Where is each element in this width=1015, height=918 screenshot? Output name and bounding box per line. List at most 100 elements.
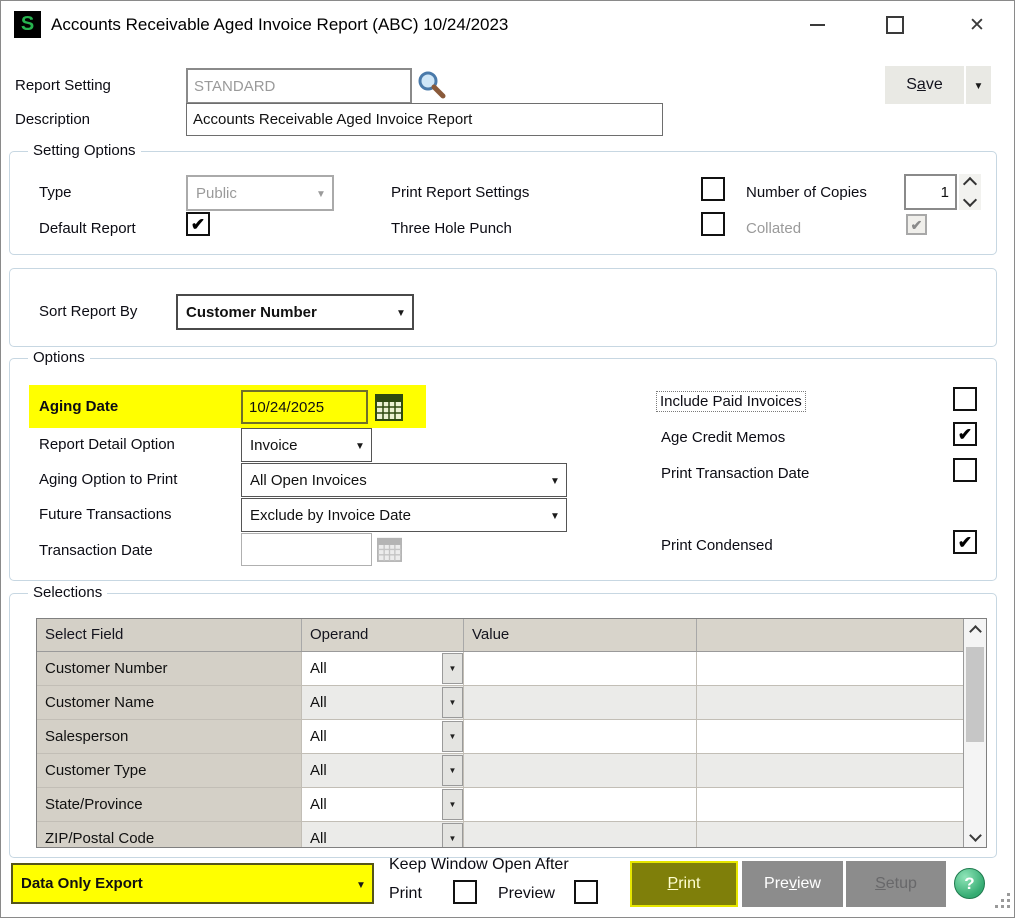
spinner-down-icon[interactable] xyxy=(963,193,977,207)
keep-preview-label: Preview xyxy=(498,885,555,903)
operand-cell[interactable]: All xyxy=(302,652,464,685)
sort-report-by-select[interactable]: Customer Number xyxy=(176,294,414,330)
blank-cell xyxy=(697,754,964,787)
report-detail-option-label: Report Detail Option xyxy=(39,436,175,453)
chevron-down-icon xyxy=(544,471,566,489)
chevron-down-icon xyxy=(969,829,982,842)
minimize-button[interactable] xyxy=(794,1,840,49)
print-condensed-checkbox[interactable] xyxy=(953,530,977,554)
operand-dropdown-button[interactable] xyxy=(442,755,463,786)
type-select: Public xyxy=(186,175,334,211)
value-cell[interactable] xyxy=(464,822,697,847)
print-transaction-date-checkbox[interactable] xyxy=(953,458,977,482)
table-row: State/ProvinceAll xyxy=(37,788,964,822)
age-credit-memos-checkbox[interactable] xyxy=(953,422,977,446)
blank-cell xyxy=(697,788,964,821)
selections-legend: Selections xyxy=(28,584,107,601)
table-row: Customer NameAll xyxy=(37,686,964,720)
operand-cell[interactable]: All xyxy=(302,754,464,787)
spinner-up-icon[interactable] xyxy=(963,177,977,191)
keep-preview-checkbox[interactable] xyxy=(574,880,598,904)
value-cell[interactable] xyxy=(464,652,697,685)
save-dropdown-button[interactable] xyxy=(966,66,991,104)
save-button[interactable]: Save xyxy=(885,66,964,104)
value-cell[interactable] xyxy=(464,754,697,787)
value-cell[interactable] xyxy=(464,720,697,753)
operand-cell[interactable]: All xyxy=(302,720,464,753)
close-icon: ✕ xyxy=(969,16,985,35)
aging-date-label: Aging Date xyxy=(39,398,118,415)
collated-label: Collated xyxy=(746,220,801,237)
age-credit-memos-label: Age Credit Memos xyxy=(661,429,785,446)
chevron-down-icon xyxy=(310,184,332,202)
operand-dropdown-button[interactable] xyxy=(442,789,463,820)
setup-button: Setup xyxy=(846,861,946,907)
type-label: Type xyxy=(39,184,72,201)
operand-cell[interactable]: All xyxy=(302,686,464,719)
copies-spinner[interactable] xyxy=(959,174,981,210)
aging-option-select[interactable]: All Open Invoices xyxy=(241,463,567,497)
number-of-copies-label: Number of Copies xyxy=(746,184,867,201)
selections-table-body: Customer NumberAllCustomer NameAllSalesp… xyxy=(37,652,964,847)
sort-group xyxy=(9,268,997,347)
column-header-value: Value xyxy=(464,619,697,651)
operand-dropdown-button[interactable] xyxy=(442,687,463,718)
sage-app-icon: S xyxy=(14,11,41,38)
select-field-cell: Customer Type xyxy=(37,754,302,787)
report-dialog-window: S Accounts Receivable Aged Invoice Repor… xyxy=(0,0,1015,918)
transaction-date-label: Transaction Date xyxy=(39,542,153,559)
scroll-down-button[interactable] xyxy=(964,823,986,847)
lookup-search-icon[interactable] xyxy=(417,70,447,100)
table-row: SalespersonAll xyxy=(37,720,964,754)
export-format-select[interactable]: Data Only Export xyxy=(11,863,374,904)
options-legend: Options xyxy=(28,349,90,366)
chevron-down-icon xyxy=(544,506,566,524)
close-button[interactable]: ✕ xyxy=(954,1,1000,49)
operand-dropdown-button[interactable] xyxy=(442,721,463,752)
chevron-down-icon xyxy=(349,436,371,454)
print-report-settings-label: Print Report Settings xyxy=(391,184,529,201)
operand-cell[interactable]: All xyxy=(302,822,464,847)
report-detail-option-value: Invoice xyxy=(242,437,349,454)
collated-checkbox xyxy=(906,214,927,235)
value-cell[interactable] xyxy=(464,788,697,821)
resize-grip[interactable] xyxy=(995,893,1011,909)
vertical-scrollbar[interactable] xyxy=(963,619,986,847)
operand-cell[interactable]: All xyxy=(302,788,464,821)
preview-button[interactable]: Preview xyxy=(742,861,843,907)
type-value: Public xyxy=(188,185,310,202)
report-setting-input[interactable] xyxy=(186,68,412,104)
report-detail-option-select[interactable]: Invoice xyxy=(241,428,372,462)
chevron-up-icon xyxy=(969,625,982,638)
print-report-settings-checkbox[interactable] xyxy=(701,177,725,201)
help-icon[interactable]: ? xyxy=(954,868,985,899)
maximize-icon xyxy=(886,16,904,34)
include-paid-invoices-checkbox[interactable] xyxy=(953,387,977,411)
scrollbar-thumb[interactable] xyxy=(966,647,984,742)
three-hole-punch-checkbox[interactable] xyxy=(701,212,725,236)
transaction-date-input[interactable] xyxy=(241,533,372,566)
maximize-button[interactable] xyxy=(872,1,918,49)
select-field-cell: Customer Name xyxy=(37,686,302,719)
calendar-icon[interactable] xyxy=(375,392,403,421)
future-transactions-value: Exclude by Invoice Date xyxy=(242,507,544,524)
description-input[interactable] xyxy=(186,103,663,136)
value-cell[interactable] xyxy=(464,686,697,719)
scroll-up-button[interactable] xyxy=(964,619,986,643)
select-field-cell: Customer Number xyxy=(37,652,302,685)
calendar-disabled-icon xyxy=(377,536,402,562)
column-header-operand: Operand xyxy=(302,619,464,651)
future-transactions-select[interactable]: Exclude by Invoice Date xyxy=(241,498,567,532)
title-bar: S Accounts Receivable Aged Invoice Repor… xyxy=(1,1,1014,49)
aging-date-input[interactable] xyxy=(241,390,368,424)
sort-report-by-value: Customer Number xyxy=(178,304,390,321)
column-header-blank xyxy=(697,619,964,651)
keep-print-checkbox[interactable] xyxy=(453,880,477,904)
operand-dropdown-button[interactable] xyxy=(442,653,463,684)
operand-dropdown-button[interactable] xyxy=(442,823,463,847)
number-of-copies-input[interactable] xyxy=(904,174,957,210)
setting-options-group: Setting Options xyxy=(9,151,997,255)
default-report-checkbox[interactable] xyxy=(186,212,210,236)
print-button[interactable]: Print xyxy=(630,861,738,907)
table-row: ZIP/Postal CodeAll xyxy=(37,822,964,847)
